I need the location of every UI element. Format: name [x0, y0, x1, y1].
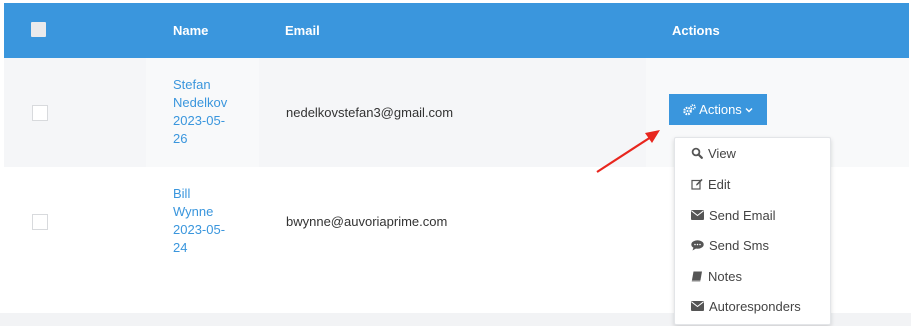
annotation-arrow	[596, 130, 660, 173]
